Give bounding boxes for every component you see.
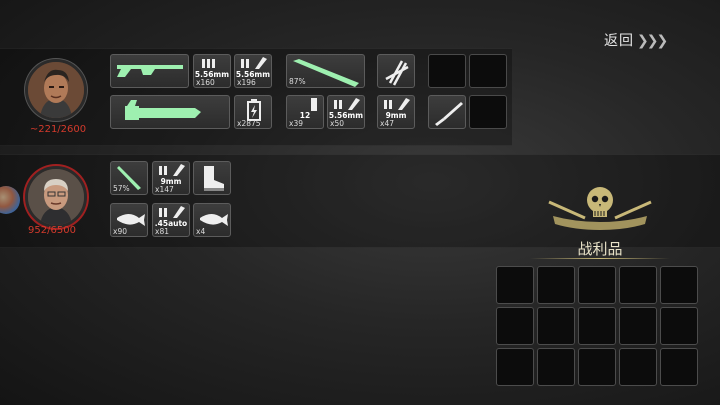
skull-emblem-icon [545,182,655,238]
ammo-icon [241,57,267,69]
ammo-count: x81 [155,227,169,236]
loot-slot[interactable] [496,348,534,386]
survivor-1-hp: ~221/2600 [29,124,87,135]
loot-slot[interactable] [537,307,575,345]
weapon-bat-slot[interactable]: 87% [286,54,365,88]
ammo-icon [202,59,215,68]
nails-icon [385,60,409,86]
ammo-icon [159,164,185,176]
survivor-2-hp: 952/6500 [28,225,76,236]
fish-count: x90 [113,227,127,236]
loot-slot[interactable] [660,348,698,386]
back-button[interactable]: 返回 ❯❯❯ [604,30,668,50]
survivor-2-avatar[interactable] [25,166,87,228]
magazine-slot[interactable]: 12 x39 [286,95,324,129]
boot-icon [204,166,224,191]
loot-slot[interactable] [496,266,534,304]
ammo-45-slot[interactable]: .45auto x81 [152,203,190,237]
ammo-icon [159,206,185,218]
weapon-chainsaw-slot[interactable] [110,95,230,129]
loot-slot[interactable] [578,307,616,345]
ammo-9mm-slot[interactable]: 9mm x147 [152,161,190,195]
loot-slot[interactable] [537,266,575,304]
loot-slot[interactable] [619,266,657,304]
durability: 87% [289,77,306,86]
ammo-count: x147 [155,185,174,194]
ammo-icon [384,98,410,110]
ammo-icon [334,98,360,110]
ammo-slot-1[interactable]: 5.56mm x160 [193,54,231,88]
chainsaw-icon [125,100,201,120]
loot-slot[interactable] [537,348,575,386]
fish-slot-1[interactable]: x90 [110,203,148,237]
loot-slot[interactable] [619,307,657,345]
loot-slot[interactable] [496,307,534,345]
ammo-count: x39 [289,119,303,128]
weapon-knife-slot[interactable]: 57% [110,161,148,195]
knife-icon [435,102,463,126]
ammo-count: x196 [237,78,256,87]
tool-nails-slot[interactable] [377,54,415,88]
fish-count: x4 [196,227,206,236]
loot-slot[interactable] [578,348,616,386]
battery-slot[interactable]: x2875 [234,95,272,129]
empty-slot[interactable] [469,54,507,88]
loot-slot[interactable] [619,348,657,386]
battery-count: x2875 [237,119,261,128]
shell-icon [311,98,317,111]
fish-slot-2[interactable]: x4 [193,203,231,237]
loot-slot[interactable] [578,266,616,304]
shotgun-icon [117,65,183,77]
ammo-count: x50 [330,119,344,128]
ammo-slot-2[interactable]: 5.56mm x196 [234,54,272,88]
loot-slot[interactable] [660,307,698,345]
durability: 57% [113,184,130,193]
back-label: 返回 [604,33,634,49]
boots-slot[interactable] [193,161,231,195]
spoils-divider [530,258,670,259]
spoils-title: 战利品 [577,240,623,258]
empty-slot[interactable] [428,54,466,88]
empty-slot[interactable] [469,95,507,129]
survivor-1-avatar[interactable] [25,59,87,121]
weapon-shotgun-slot[interactable] [110,54,189,88]
ammo-slot-4[interactable]: 9mm x47 [377,95,415,129]
tool-knife-slot[interactable] [428,95,466,129]
chevron-right-icon: ❯❯❯ [637,33,668,49]
ammo-count: x160 [196,78,215,87]
loot-slot[interactable] [660,266,698,304]
ammo-count: x47 [380,119,394,128]
ammo-slot-3[interactable]: 5.56mm x50 [327,95,365,129]
